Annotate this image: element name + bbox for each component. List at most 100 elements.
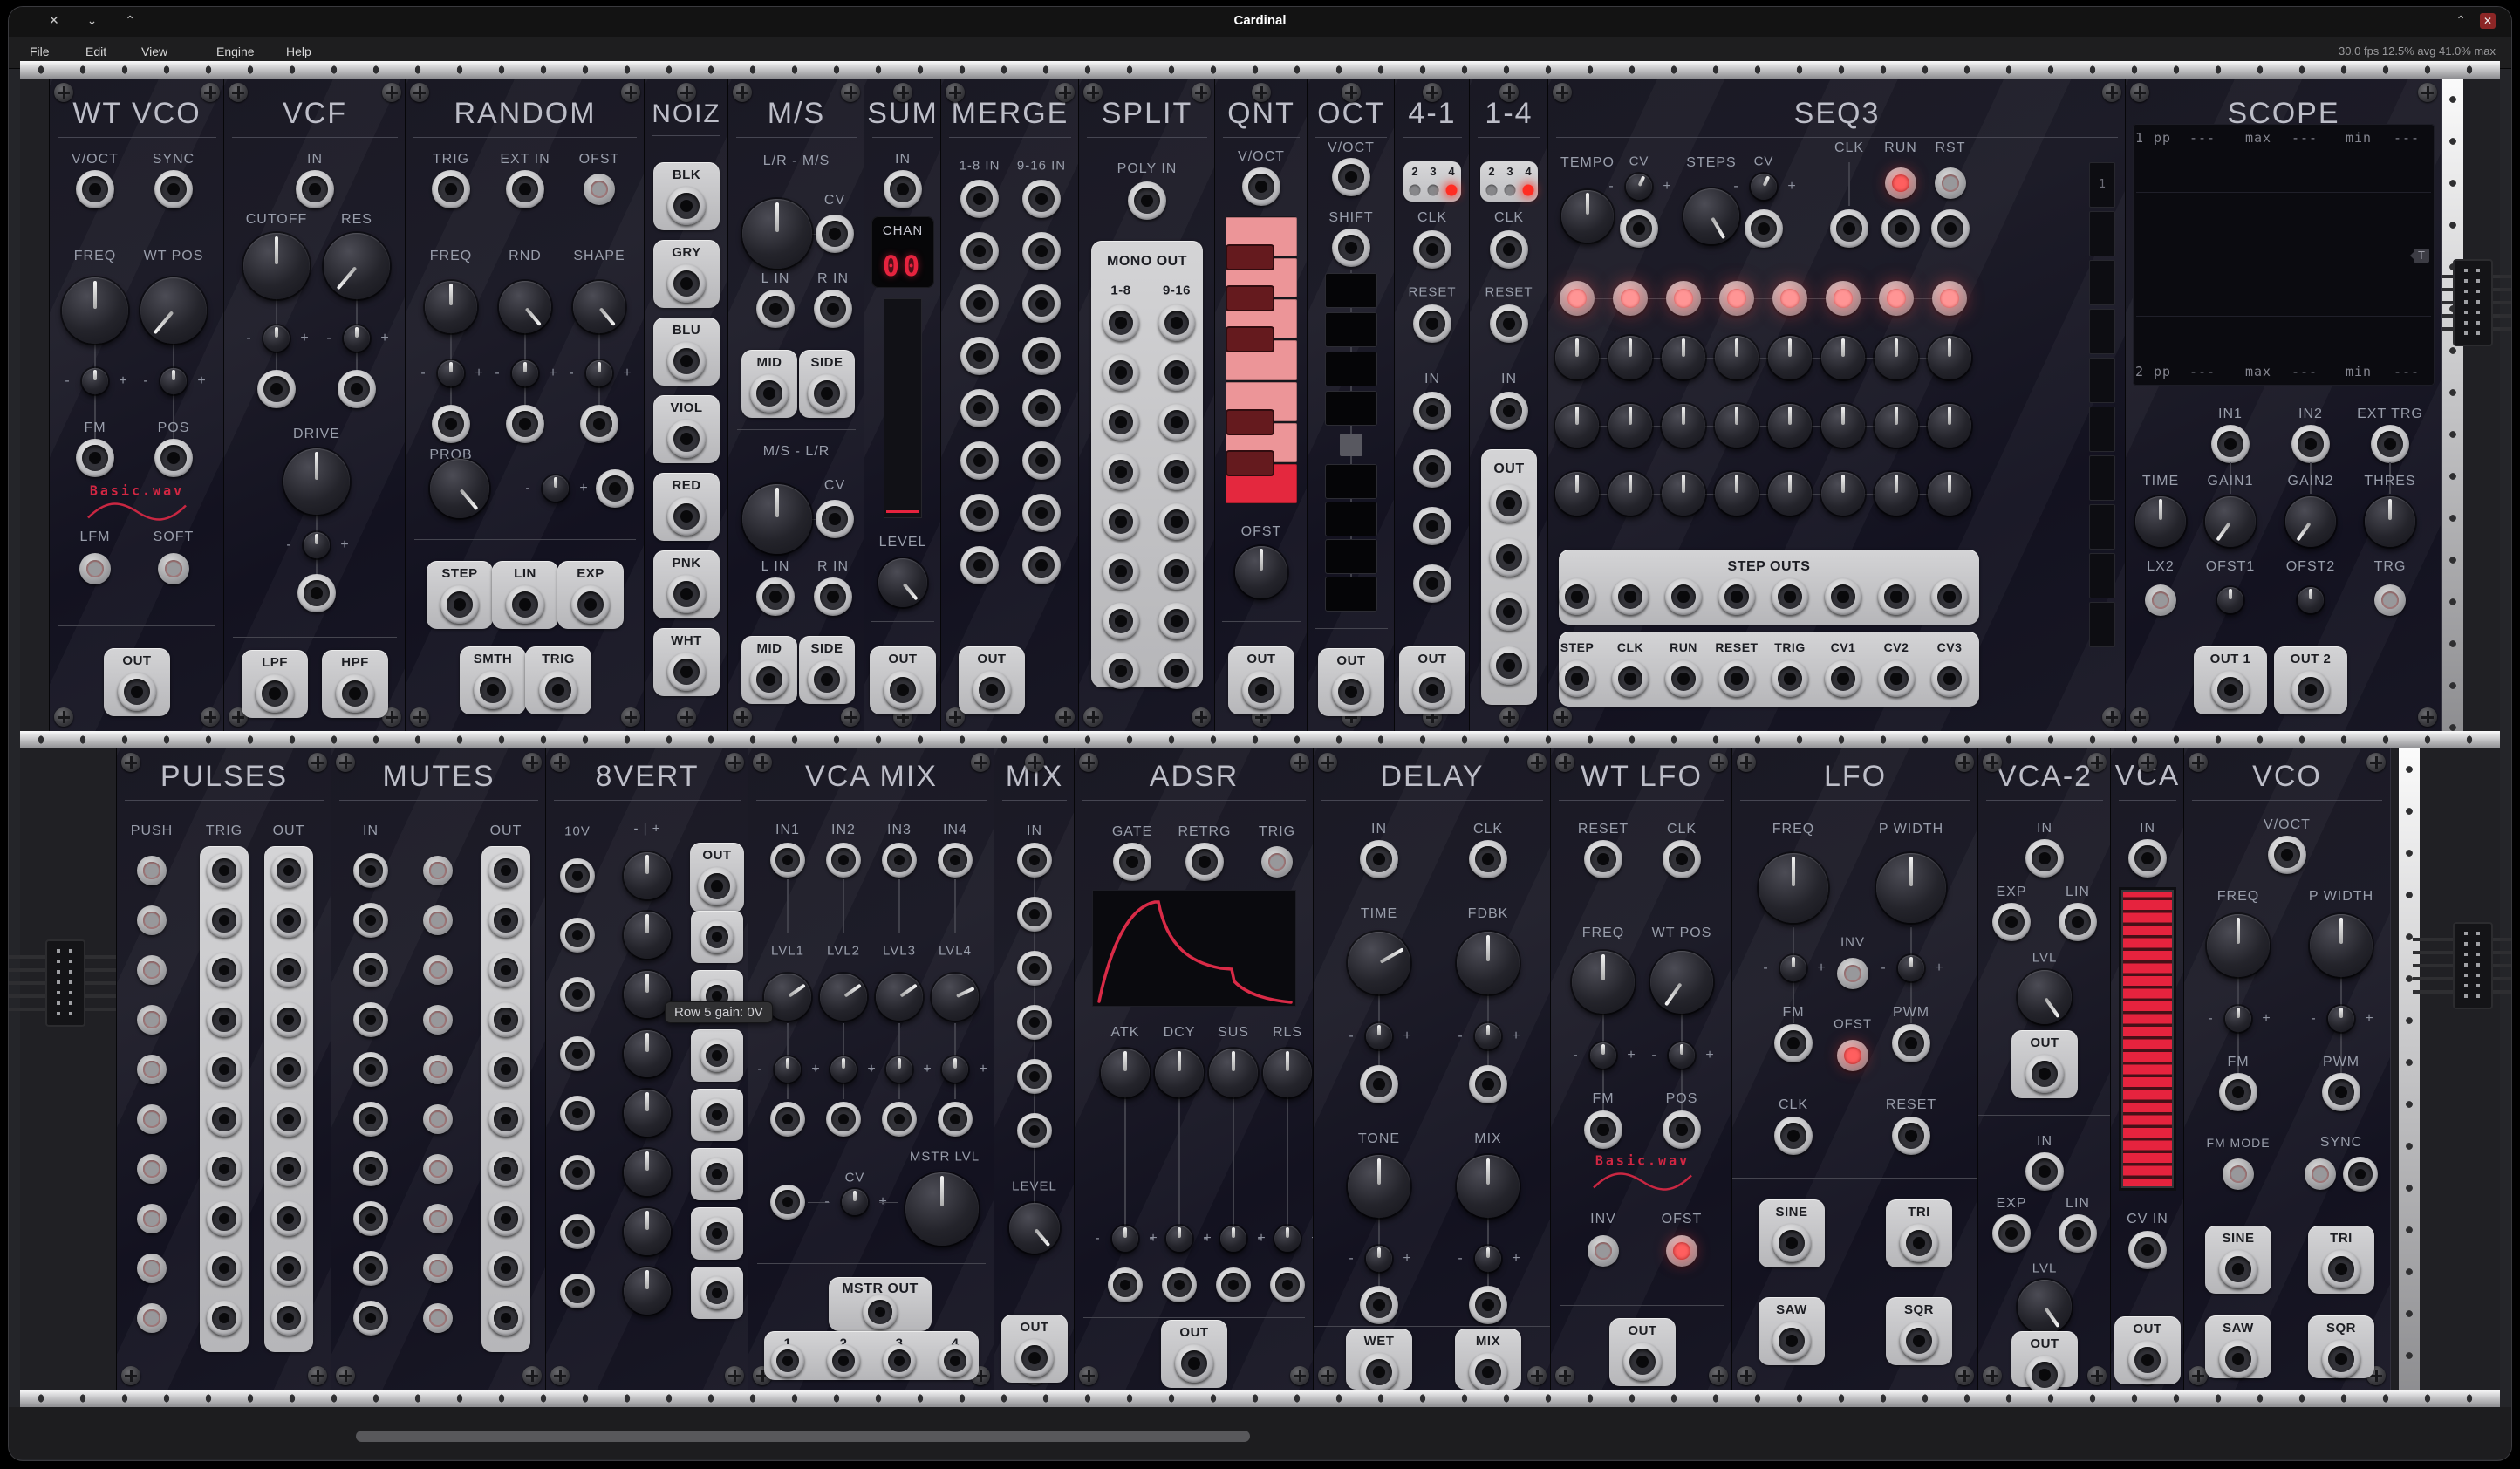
sync-button[interactable] — [2305, 1158, 2336, 1190]
ofst1-trimmer[interactable] — [2217, 587, 2243, 613]
port-row6[interactable] — [560, 1155, 595, 1190]
lvl-a-knob[interactable] — [2018, 970, 2072, 1024]
port-in[interactable] — [1360, 840, 1398, 878]
octave-cell[interactable] — [1325, 577, 1377, 612]
port-row7[interactable] — [560, 1214, 595, 1249]
steps-cv-trimmer[interactable] — [1751, 174, 1777, 200]
port-row1[interactable] — [271, 853, 306, 888]
port-row2[interactable] — [271, 903, 306, 938]
port-out[interactable] — [2025, 1356, 2064, 1390]
port-jack[interactable] — [1881, 209, 1920, 248]
port-saw[interactable] — [1772, 1322, 1811, 1360]
res-knob[interactable] — [324, 233, 390, 299]
port-clk[interactable] — [1663, 840, 1701, 878]
row5-knob[interactable] — [624, 1090, 671, 1137]
row6-button[interactable] — [137, 1104, 167, 1134]
lvl1-cv-trimmer[interactable] — [775, 1056, 801, 1083]
port-jack[interactable] — [506, 405, 544, 443]
wt-pos-knob[interactable] — [140, 277, 207, 344]
module-lfo[interactable]: LFOFREQP WIDTH-+-+INVFMPWMOFSTCLKRESETSI… — [1731, 748, 1979, 1390]
port-shift[interactable] — [1332, 229, 1370, 267]
row10-button[interactable] — [423, 1303, 453, 1333]
step-gate-led[interactable] — [1613, 281, 1648, 316]
p-width-knob[interactable] — [1876, 853, 1946, 923]
port-col3[interactable] — [1665, 578, 1702, 615]
port-row2[interactable] — [1017, 897, 1052, 932]
port-cv-in[interactable] — [2128, 1231, 2167, 1269]
fdbk-knob[interactable] — [1457, 932, 1520, 994]
port-reset[interactable] — [1584, 840, 1622, 878]
time-cv-trimmer[interactable] — [1366, 1023, 1392, 1049]
module-8vert[interactable]: 8VERT10V- | +OUT — [545, 748, 749, 1390]
port-jack[interactable] — [596, 469, 634, 508]
pwm-amt-trimmer[interactable] — [2328, 1006, 2354, 1032]
lvl4-cv-trimmer[interactable] — [942, 1056, 968, 1083]
port-col8[interactable] — [1931, 660, 1968, 697]
res-cv-trimmer[interactable] — [344, 325, 370, 352]
row4-button[interactable] — [423, 1005, 453, 1035]
port-row8[interactable] — [1103, 653, 1139, 689]
module-random[interactable]: RANDOMTRIGEXT INOFSTFREQRNDSHAPE-+-+-+PR… — [405, 79, 645, 731]
step4-knob[interactable] — [1715, 472, 1759, 516]
octave-cell[interactable] — [1325, 352, 1377, 386]
lvl2-cv-trimmer[interactable] — [830, 1056, 857, 1083]
lvl4-knob[interactable] — [932, 974, 979, 1021]
port-out-2[interactable] — [2291, 671, 2330, 709]
module-noiz[interactable]: NOIZBLKGRYBLUVIOLREDPNKWHT — [644, 79, 729, 731]
module-wt-vco[interactable]: WT VCOV/OCTSYNCFREQWT POS-+-+FMPOSBasic.… — [49, 79, 225, 731]
step8-knob[interactable] — [1928, 472, 1971, 516]
port-jack[interactable] — [338, 370, 376, 408]
port-row8[interactable] — [1158, 653, 1195, 689]
port-sqr[interactable] — [2322, 1340, 2360, 1378]
module-qnt[interactable]: QNTV/OCTOFSTOUT — [1214, 79, 1308, 731]
freq-knob[interactable] — [2207, 914, 2270, 977]
port-row2[interactable] — [488, 903, 523, 938]
step4-knob[interactable] — [1715, 404, 1759, 448]
port-pwm[interactable] — [2322, 1073, 2360, 1111]
port-row4[interactable] — [1490, 646, 1528, 685]
port-jack[interactable] — [1745, 209, 1783, 248]
sus-knob[interactable] — [1209, 1049, 1258, 1097]
port-row1[interactable] — [488, 853, 523, 888]
port-lin[interactable] — [2059, 1214, 2097, 1253]
step5-knob[interactable] — [1768, 472, 1812, 516]
port-row2[interactable] — [1103, 354, 1139, 391]
port-in3[interactable] — [882, 843, 917, 878]
fm-mode-button[interactable] — [2223, 1158, 2254, 1190]
port-r-in[interactable] — [814, 577, 852, 616]
sus-cv-trimmer[interactable] — [1220, 1226, 1246, 1252]
port-pnk[interactable] — [667, 575, 706, 613]
module-pulses[interactable]: PULSESPUSHTRIGOUT — [116, 748, 332, 1390]
tone-knob[interactable] — [1348, 1155, 1410, 1218]
port-saw[interactable] — [2219, 1340, 2257, 1378]
port-row3[interactable] — [271, 953, 306, 987]
ofst-button[interactable] — [1837, 1040, 1868, 1071]
fdbk-cv-trimmer[interactable] — [1475, 1023, 1501, 1049]
step7-knob[interactable] — [1875, 336, 1918, 379]
port-clk[interactable] — [1469, 840, 1507, 878]
row3-knob[interactable] — [624, 971, 671, 1018]
port-row4[interactable] — [271, 1002, 306, 1037]
rls-cv-trimmer[interactable] — [1274, 1226, 1301, 1252]
port-row3[interactable] — [560, 977, 595, 1012]
menu-help[interactable]: Help — [286, 44, 311, 58]
port-row7[interactable] — [271, 1151, 306, 1186]
port-row2[interactable] — [560, 918, 595, 953]
black-key[interactable] — [1226, 450, 1274, 476]
port-row6[interactable] — [1158, 553, 1195, 590]
port-row5[interactable] — [1022, 389, 1061, 427]
port-col3[interactable] — [1665, 660, 1702, 697]
port-row2[interactable] — [207, 903, 242, 938]
port-blu[interactable] — [667, 342, 706, 380]
port-col3[interactable] — [883, 1344, 916, 1377]
trig-button[interactable] — [1261, 846, 1293, 878]
row1-knob[interactable] — [624, 852, 671, 899]
port-out[interactable] — [1015, 1339, 1054, 1377]
port-row10[interactable] — [488, 1301, 523, 1336]
port-out-row2[interactable] — [700, 920, 734, 953]
step3-knob[interactable] — [1662, 404, 1705, 448]
port-row2[interactable] — [353, 903, 388, 938]
port-in1[interactable] — [770, 843, 805, 878]
port-row6[interactable] — [1017, 1113, 1052, 1148]
step4-knob[interactable] — [1715, 336, 1759, 379]
